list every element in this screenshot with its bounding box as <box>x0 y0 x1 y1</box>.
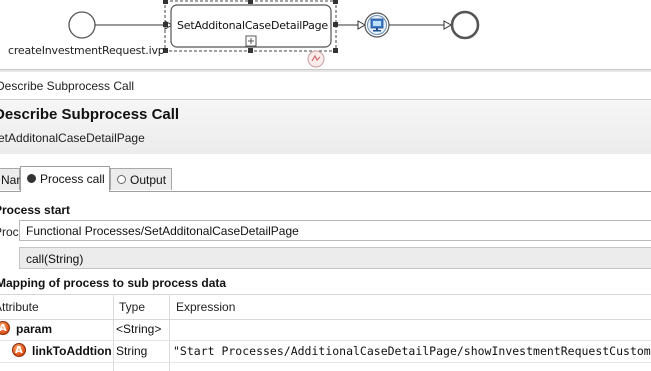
attribute-icon: A <box>12 343 26 357</box>
process-diagram <box>68 0 480 68</box>
subprocess-label: SetAdditonalCaseDetailPage <box>177 19 328 32</box>
attribute-type: <String> <box>116 322 162 336</box>
tab-name[interactable]: Name <box>0 168 33 190</box>
column-header-type[interactable]: Type <box>119 300 145 314</box>
column-header-expression[interactable]: Expression <box>176 300 235 314</box>
tab-output-label: Output <box>130 173 167 187</box>
attribute-icon: A <box>0 321 10 335</box>
process-field[interactable]: Functional Processes/SetAdditonalCaseDet… <box>19 220 651 241</box>
editor-subtitle: SetAdditonalCaseDetailPage <box>0 131 145 145</box>
process-start-heading: Process start <box>0 203 71 217</box>
tab-output[interactable]: Output <box>110 168 172 190</box>
mapping-table-header <box>0 294 651 320</box>
process-diagram-canvas[interactable]: SetAdditonalCaseDetailPage createInvestm… <box>0 0 651 70</box>
start-event <box>68 11 96 39</box>
start-event-label: createInvestmentRequest.ivp <box>8 44 165 57</box>
end-event <box>450 10 480 40</box>
process-signature-field[interactable]: call(String) <box>19 247 651 269</box>
table-row[interactable]: A linkToAddtion String "Start Processes/… <box>0 340 651 363</box>
tab-process-call-label: Process call <box>40 172 105 186</box>
mapping-heading: Mapping of process to sub process data <box>0 276 227 290</box>
column-header-attribute[interactable]: Attribute <box>0 300 39 314</box>
attribute-name: param <box>16 322 53 336</box>
tab-process-call[interactable]: Process call <box>20 166 110 192</box>
attribute-name: linkToAddtion <box>32 344 112 358</box>
radio-dot-icon <box>117 175 126 185</box>
editor-title: Describe Subprocess Call <box>0 106 180 123</box>
attribute-expression[interactable]: "Start Processes/AdditionalCaseDetailPag… <box>173 344 651 358</box>
table-row[interactable]: A param <String> <box>0 318 651 341</box>
attribute-type: String <box>116 344 148 358</box>
radio-dot-filled-icon <box>27 174 36 184</box>
view-title[interactable]: Describe Subprocess Call <box>0 79 134 93</box>
